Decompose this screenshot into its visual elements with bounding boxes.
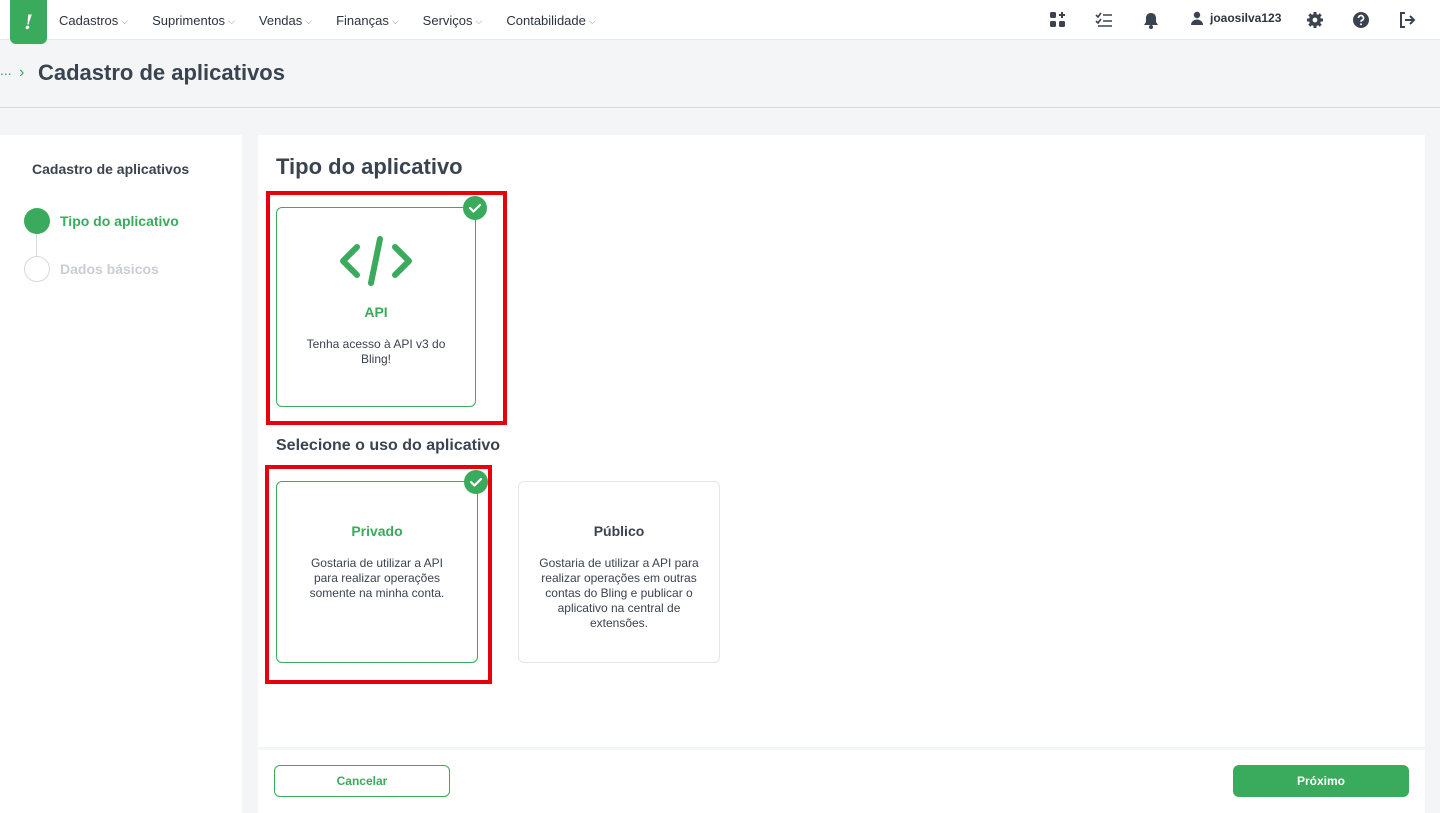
logout-icon[interactable] — [1397, 10, 1417, 30]
step-pending-dot — [24, 256, 50, 282]
breadcrumb-separator: › — [19, 64, 25, 81]
username: joaosilva123 — [1210, 11, 1282, 25]
nav-item-label: Serviços — [422, 12, 473, 28]
user-icon — [1191, 11, 1203, 25]
chevron-down-icon: ⌵ — [475, 16, 483, 26]
step-dados-basicos[interactable]: Dados básicos — [24, 256, 159, 282]
chevron-down-icon: ⌵ — [228, 16, 235, 26]
nav-item-financas[interactable]: Finanças ⌵ — [336, 13, 399, 28]
chevron-down-icon: ⌵ — [305, 16, 313, 26]
nav-item-label: Finanças — [336, 12, 389, 28]
top-bar: ! Cadastros ⌵ Suprimentos ⌵ Vendas ⌵ Finanç… — [0, 0, 1440, 44]
usage-section-title: Selecione o uso do aplicativo — [276, 437, 501, 454]
highlight-box — [266, 191, 507, 425]
logo-mark: ! — [24, 10, 33, 34]
step-active-dot — [24, 208, 50, 234]
nav-item-suprimentos[interactable]: Suprimentos ⌵ — [152, 13, 235, 28]
next-button[interactable]: Próximo — [1233, 765, 1409, 797]
apps-add-icon[interactable] — [1048, 10, 1068, 30]
user-menu[interactable]: joaosilva123 — [1190, 11, 1281, 25]
chevron-down-icon: ⌵ — [121, 16, 129, 26]
sidebar-title: Cadastro de aplicativos — [32, 161, 190, 177]
highlight-box — [265, 465, 492, 684]
page-title: Cadastro de aplicativos — [38, 60, 285, 85]
main-nav: Cadastros ⌵ Suprimentos ⌵ Vendas ⌵ Finanças… — [59, 0, 620, 40]
breadcrumb-ellipsis[interactable]: ... — [0, 62, 12, 78]
section-title: Tipo do aplicativo — [276, 154, 463, 179]
nav-item-cadastros[interactable]: Cadastros ⌵ — [59, 13, 128, 28]
wizard-footer: Cancelar Próximo — [258, 750, 1425, 813]
nav-item-label: Cadastros — [59, 12, 119, 28]
nav-item-label: Contabilidade — [506, 12, 586, 28]
chevron-down-icon: ⌵ — [391, 16, 399, 26]
step-label: Dados básicos — [60, 261, 159, 277]
gear-icon[interactable] — [1305, 10, 1325, 30]
step-tipo-do-aplicativo[interactable]: Tipo do aplicativo — [24, 208, 179, 234]
nav-item-servicos[interactable]: Serviços ⌵ — [423, 13, 483, 28]
nav-item-label: Vendas — [258, 12, 303, 28]
bling-logo[interactable]: ! — [10, 0, 47, 44]
nav-item-contabilidade[interactable]: Contabilidade ⌵ — [506, 13, 595, 28]
wizard-sidebar: Cadastro de aplicativos Tipo do aplicati… — [0, 135, 242, 813]
chevron-down-icon: ⌵ — [588, 16, 596, 26]
cancel-button[interactable]: Cancelar — [274, 765, 450, 797]
step-label: Tipo do aplicativo — [60, 213, 179, 229]
header-divider — [0, 107, 1440, 108]
bell-icon[interactable] — [1141, 10, 1161, 30]
card-title: Público — [593, 523, 645, 539]
checklist-icon[interactable] — [1094, 10, 1114, 30]
nav-item-label: Suprimentos — [152, 12, 226, 28]
card-description: Gostaria de utilizar a API para realizar… — [539, 556, 699, 630]
usage-card-publico[interactable]: Público Gostaria de utilizar a API para … — [518, 481, 720, 663]
help-icon[interactable] — [1351, 10, 1371, 30]
nav-item-vendas[interactable]: Vendas ⌵ — [259, 13, 312, 28]
step-connector — [36, 234, 37, 256]
